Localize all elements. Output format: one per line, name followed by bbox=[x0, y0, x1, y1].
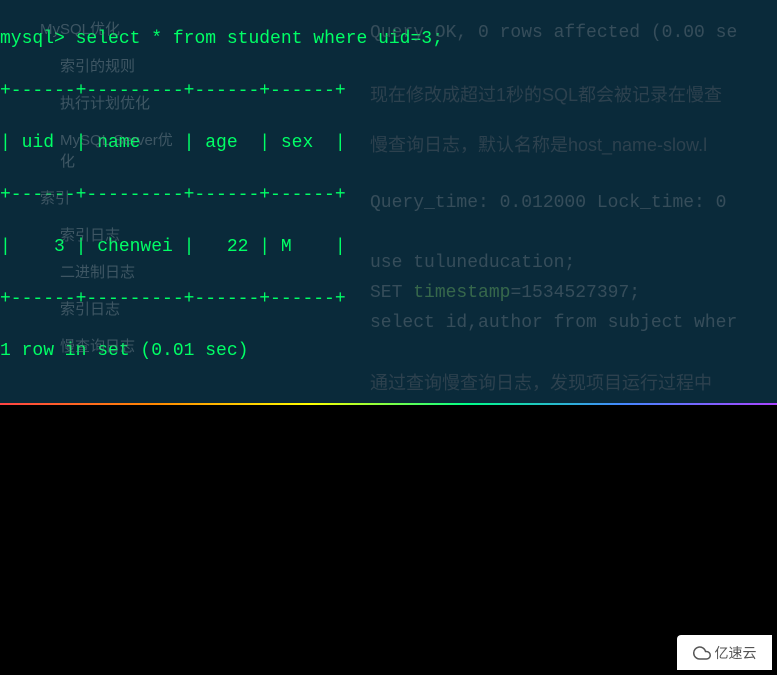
query-result: 1 row in set (0.01 sec) bbox=[0, 338, 777, 364]
table-divider: +------+---------+------+------+ bbox=[0, 182, 777, 208]
terminal-output: mysql> select * from student where uid=3… bbox=[0, 0, 777, 403]
table-row: | 3 | chenwei | 22 | M | bbox=[0, 234, 777, 260]
cloud-icon bbox=[693, 644, 711, 662]
sql-query: select * from student where uid=3; bbox=[76, 29, 443, 49]
table-divider: +------+---------+------+------+ bbox=[0, 78, 777, 104]
mysql-prompt: mysql> bbox=[0, 29, 65, 49]
watermark-badge: 亿速云 bbox=[677, 635, 772, 670]
table-header: | uid | name | age | sex | bbox=[0, 130, 777, 156]
blank-area bbox=[0, 403, 777, 675]
watermark-text: 亿速云 bbox=[715, 643, 757, 663]
divider-bar bbox=[0, 403, 777, 405]
table-divider: +------+---------+------+------+ bbox=[0, 286, 777, 312]
